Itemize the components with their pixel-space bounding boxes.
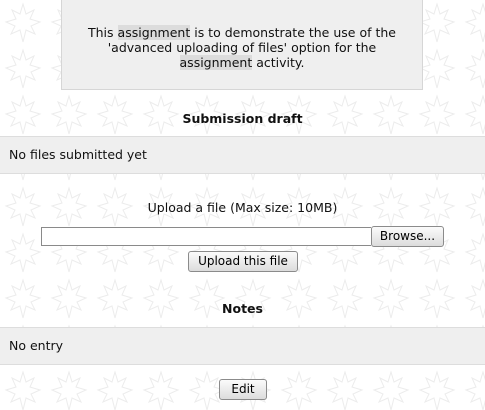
submission-draft-heading: Submission draft	[182, 111, 303, 126]
assignment-intro: This assignment is to demonstrate the us…	[61, 0, 423, 90]
notes-entry-row: No entry	[0, 327, 485, 365]
browse-button[interactable]: Browse...	[371, 226, 444, 247]
upload-this-file-button[interactable]: Upload this file	[188, 251, 298, 272]
edit-button[interactable]: Edit	[219, 379, 267, 400]
highlighted-word: assignment	[117, 25, 191, 40]
upload-file-label: Upload a file (Max size: 10MB)	[147, 200, 338, 215]
intro-line-2: 'advanced uploading of files' option for…	[107, 40, 377, 55]
highlighted-word: assignment	[179, 55, 253, 70]
intro-line-1: This assignment is to demonstrate the us…	[88, 25, 396, 40]
submission-status-row: No files submitted yet	[0, 136, 485, 174]
file-path-input[interactable]	[41, 227, 371, 246]
notes-heading: Notes	[222, 301, 263, 316]
intro-line-3: assignment activity.	[179, 55, 305, 70]
